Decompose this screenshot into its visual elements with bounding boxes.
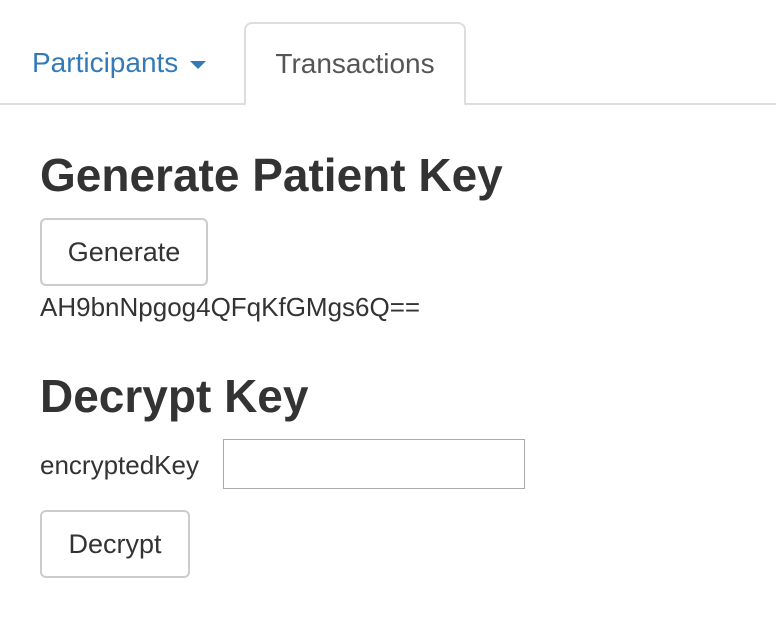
decrypt-button[interactable]: Decrypt: [40, 510, 190, 578]
tab-participants-label: Participants: [32, 47, 179, 78]
generate-button[interactable]: Generate: [40, 218, 208, 286]
generated-key-value: AH9bnNpgog4QFqKfGMgs6Q==: [40, 292, 421, 322]
encrypted-key-label: encryptedKey: [40, 450, 199, 480]
decrypt-key-title: Decrypt Key: [40, 370, 309, 422]
nav-tabs: Participants Transactions: [0, 0, 776, 106]
generate-key-title: Generate Patient Key: [40, 149, 503, 201]
encrypted-key-input[interactable]: [223, 439, 525, 489]
tab-participants[interactable]: Participants: [0, 22, 240, 104]
caret-down-icon: [190, 61, 207, 69]
tab-transactions[interactable]: Transactions: [244, 22, 466, 106]
tab-transactions-label: Transactions: [275, 48, 435, 79]
